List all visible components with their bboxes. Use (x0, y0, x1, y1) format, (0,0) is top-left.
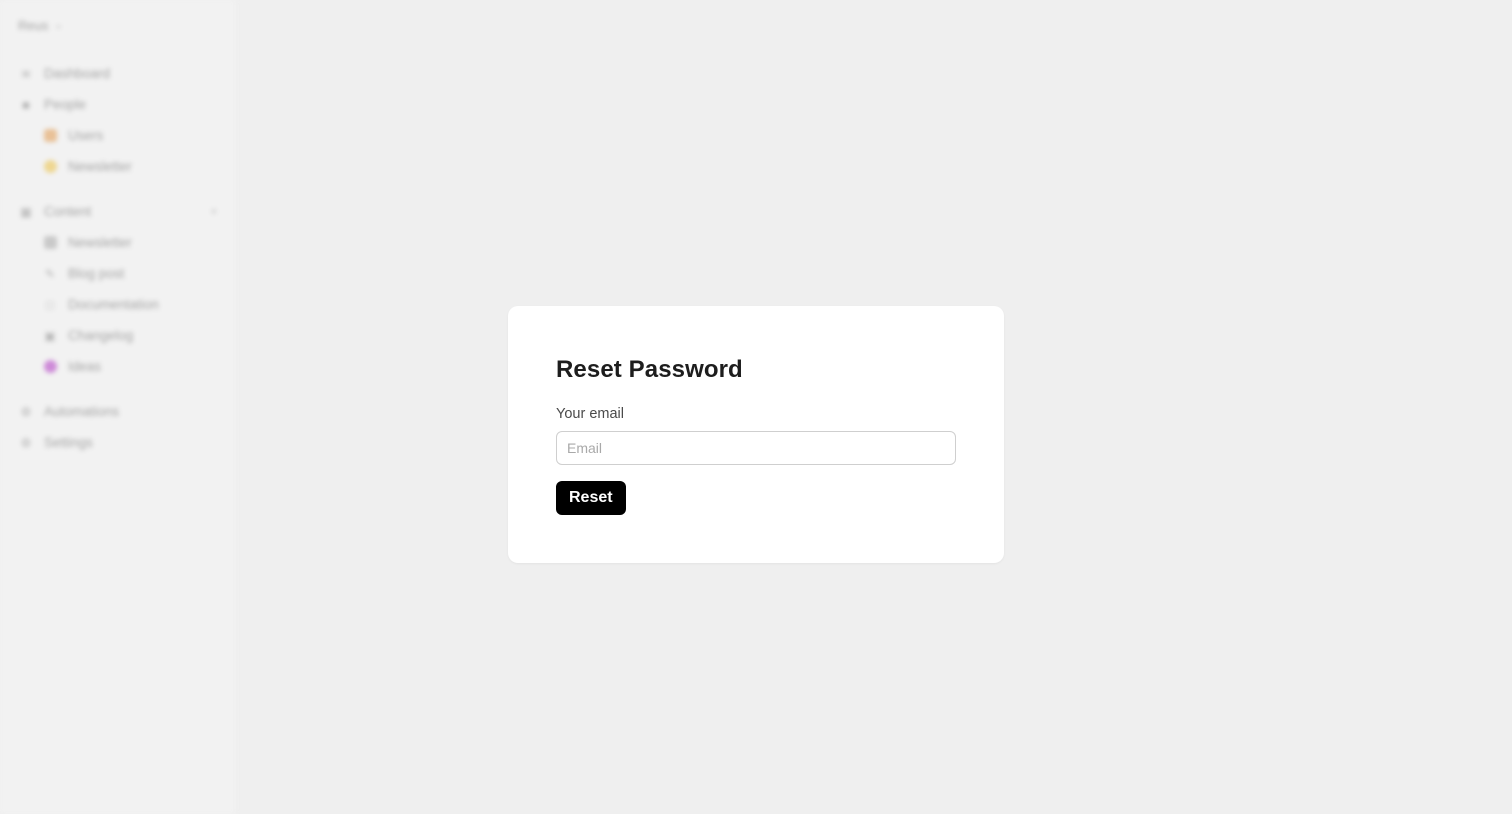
chevron-down-icon: ⌄ (54, 19, 63, 31)
calendar-icon: ▣ (44, 328, 56, 343)
sidebar-item-label: Blog post (68, 266, 125, 281)
person-icon: ☻ (19, 97, 33, 112)
users-emoji-icon (42, 128, 58, 144)
sidebar-item-label: Dashboard (44, 66, 111, 81)
sidebar-item-ideas[interactable]: Ideas (18, 351, 217, 382)
sidebar-item-content[interactable]: ▦ Content + (18, 196, 217, 227)
sidebar-nav: ≋ Dashboard ☻ People Users Newsletter ▦ … (18, 58, 217, 458)
bolt-icon: ⚙ (20, 404, 32, 419)
email-input[interactable] (556, 431, 956, 465)
page-title: Reset Password (556, 356, 743, 383)
email-label: Your email (556, 406, 624, 422)
sidebar-item-label: Automations (44, 404, 120, 419)
sidebar-item-label: Content (44, 204, 92, 219)
sidebar-item-newsletter-people[interactable]: Newsletter (18, 151, 217, 182)
sidebar-item-label: Newsletter (68, 235, 132, 250)
workspace-name: Reus (18, 17, 49, 33)
folder-icon: ▦ (20, 204, 32, 219)
add-icon[interactable]: + (211, 206, 217, 218)
reset-button[interactable]: Reset (556, 481, 626, 515)
app-root: Reus ⌄ ≋ Dashboard ☻ People Users Newsle… (0, 0, 1512, 814)
sidebar-item-label: Newsletter (68, 159, 132, 174)
newspaper-icon (42, 235, 58, 251)
sidebar: Reus ⌄ ≋ Dashboard ☻ People Users Newsle… (0, 0, 236, 814)
pen-icon: ✎ (44, 266, 56, 281)
sidebar-item-dashboard[interactable]: ≋ Dashboard (18, 58, 217, 89)
sidebar-item-settings[interactable]: ⚙ Settings (18, 427, 217, 458)
sidebar-item-label: Documentation (68, 297, 159, 312)
sidebar-item-label: People (44, 97, 87, 112)
sidebar-item-label: Ideas (68, 359, 102, 374)
sidebar-item-changelog[interactable]: ▣ Changelog (18, 320, 217, 351)
sidebar-item-label: Settings (44, 435, 93, 450)
chart-icon: ≋ (20, 66, 32, 81)
bulb-icon (42, 359, 58, 375)
sidebar-item-label: Changelog (68, 328, 134, 343)
sidebar-item-users[interactable]: Users (18, 120, 217, 151)
document-icon: □ (46, 297, 54, 312)
sidebar-item-documentation[interactable]: □ Documentation (18, 289, 217, 320)
reset-password-card: Reset Password Your email Reset (508, 306, 1004, 563)
sidebar-item-people[interactable]: ☻ People (18, 89, 217, 120)
sidebar-item-blog-post[interactable]: ✎ Blog post (18, 258, 217, 289)
gear-icon: ⚙ (20, 435, 32, 450)
sidebar-item-label: Users (68, 128, 104, 143)
sidebar-item-newsletter-content[interactable]: Newsletter (18, 227, 217, 258)
sidebar-item-automations[interactable]: ⚙ Automations (18, 396, 217, 427)
newsletter-emoji-icon (42, 159, 58, 175)
workspace-switcher[interactable]: Reus ⌄ (18, 16, 217, 34)
